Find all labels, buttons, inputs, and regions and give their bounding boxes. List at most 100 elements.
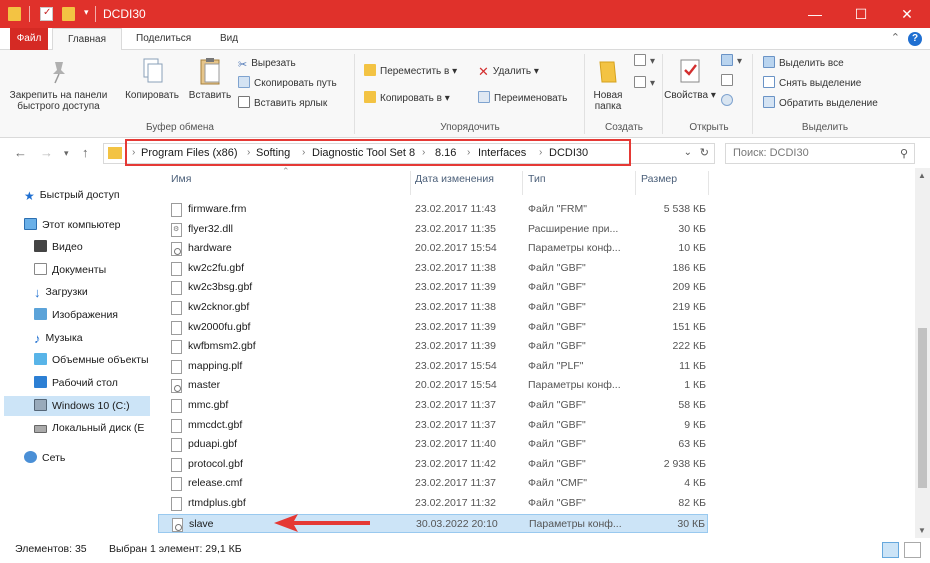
large-icons-view-icon[interactable]	[904, 542, 921, 558]
breadcrumb-item[interactable]: Program Files (x86)	[141, 147, 238, 159]
move-to-label: Переместить в	[380, 66, 450, 77]
paste-button[interactable]: Вставить	[184, 56, 236, 101]
column-divider[interactable]	[410, 171, 411, 195]
breadcrumb-item[interactable]: Softing	[256, 147, 290, 159]
table-row[interactable]: kwfbmsm2.gbf 23.02.2017 11:39 Файл "GBF" 22…	[158, 337, 708, 357]
new-folder-button[interactable]: Новая папка	[588, 56, 628, 112]
sidebar-item-3d-objects[interactable]: Объемные объекты	[34, 350, 149, 370]
column-header-date[interactable]: Дата изменения	[415, 173, 494, 185]
column-divider[interactable]	[635, 171, 636, 195]
table-row[interactable]: protocol.gbf 23.02.2017 11:42 Файл "GBF" 2 …	[158, 455, 708, 475]
scroll-up-arrow-icon[interactable]: ▲	[918, 171, 926, 180]
sidebar-item-video[interactable]: Видео	[34, 237, 83, 257]
table-row[interactable]: firmware.frm 23.02.2017 11:43 Файл "FRM" 5 …	[158, 200, 708, 220]
breadcrumb-item[interactable]: Interfaces	[478, 147, 526, 159]
breadcrumb-item[interactable]: DCDI30	[549, 147, 588, 159]
quick-access-dropdown-icon[interactable]: ▾	[84, 7, 89, 18]
paste-shortcut-button[interactable]: Вставить ярлык	[238, 96, 327, 112]
table-row[interactable]: mmc.gbf 23.02.2017 11:37 Файл "GBF" 58 КБ	[158, 396, 708, 416]
easy-access-button[interactable]: ▾	[634, 76, 655, 92]
sidebar-item-downloads[interactable]: ↓ Загрузки	[34, 282, 88, 302]
table-row[interactable]: mapping.plf 23.02.2017 15:54 Файл "PLF" 11 …	[158, 357, 708, 377]
table-row[interactable]: rtmdplus.gbf 23.02.2017 11:32 Файл "GBF" 82…	[158, 494, 708, 514]
sidebar-item-label: Музыка	[45, 332, 83, 344]
breadcrumb[interactable]: › Program Files (x86) › Softing › Diagno…	[103, 143, 715, 164]
address-dropdown-icon[interactable]: ⌄	[684, 147, 692, 158]
new-folder-quick-icon[interactable]	[62, 7, 75, 21]
rename-button[interactable]: Переименовать	[478, 91, 567, 107]
breadcrumb-item[interactable]: 8.16	[435, 147, 456, 159]
file-icon	[171, 203, 182, 217]
new-item-button[interactable]: ▾	[634, 54, 655, 70]
copy-button[interactable]: Копировать	[120, 56, 184, 101]
scroll-down-arrow-icon[interactable]: ▼	[918, 526, 926, 535]
tab-file[interactable]: Файл	[10, 28, 48, 50]
column-header-size[interactable]: Размер	[641, 173, 677, 185]
sidebar-item-desktop[interactable]: Рабочий стол	[34, 373, 118, 393]
paste-shortcut-icon	[238, 96, 250, 108]
table-row[interactable]: mmcdct.gbf 23.02.2017 11:37 Файл "GBF" 9 КБ	[158, 416, 708, 436]
column-divider[interactable]	[708, 171, 709, 195]
help-icon[interactable]: ?	[908, 32, 922, 46]
sidebar-item-network[interactable]: Сеть	[24, 448, 65, 468]
column-header-type[interactable]: Тип	[528, 173, 546, 185]
move-to-button[interactable]: Переместить в ▾	[364, 64, 457, 80]
sidebar-item-this-pc[interactable]: Этот компьютер	[24, 215, 121, 235]
copy-path-button[interactable]: Скопировать путь	[238, 76, 337, 92]
table-row[interactable]: master 20.02.2017 15:54 Параметры конф... 1…	[158, 376, 708, 396]
select-all-button[interactable]: Выделить все	[763, 56, 844, 72]
recent-dropdown-icon[interactable]: ▾	[64, 148, 69, 159]
table-row[interactable]: kw2000fu.gbf 23.02.2017 11:39 Файл "GBF" 15…	[158, 318, 708, 338]
sidebar-item-documents[interactable]: Документы	[34, 260, 106, 280]
tab-share[interactable]: Поделиться	[126, 28, 201, 50]
properties-quick-icon[interactable]	[40, 7, 53, 21]
back-arrow-icon[interactable]: ←	[14, 145, 27, 160]
paste-icon	[196, 56, 224, 86]
close-button[interactable]: ✕	[884, 0, 930, 28]
refresh-icon[interactable]: ↻	[700, 146, 709, 159]
details-view-icon[interactable]	[882, 542, 899, 558]
file-date: 23.02.2017 11:39	[415, 340, 496, 353]
table-row[interactable]: hardware 20.02.2017 15:54 Параметры конф..…	[158, 239, 708, 259]
table-row[interactable]: kw2cknor.gbf 23.02.2017 11:38 Файл "GBF" 21…	[158, 298, 708, 318]
sidebar-item-pictures[interactable]: Изображения	[34, 305, 118, 325]
cut-button[interactable]: ✂ Вырезать	[238, 56, 296, 72]
tab-home[interactable]: Главная	[52, 28, 122, 51]
table-row[interactable]: kw2c3bsg.gbf 23.02.2017 11:39 Файл "GBF" 20…	[158, 278, 708, 298]
history-button[interactable]	[721, 94, 737, 110]
sidebar-item-label: Windows 10 (C:)	[52, 400, 130, 412]
sidebar-item-music[interactable]: ♪ Музыка	[34, 328, 83, 348]
properties-button[interactable]: Свойства ▾	[664, 56, 716, 101]
search-input[interactable]: Поиск: DCDI30 ⚲	[725, 143, 915, 164]
computer-icon	[24, 218, 37, 230]
sidebar-item-quick-access[interactable]: ★ Быстрый доступ	[24, 185, 120, 205]
delete-button[interactable]: ✕ Удалить ▾	[478, 64, 539, 80]
scrollbar-thumb[interactable]	[918, 328, 927, 488]
folder-icon	[108, 147, 122, 159]
open-button[interactable]: ▾	[721, 54, 742, 70]
chevron-up-icon[interactable]: ⌃	[891, 31, 900, 44]
column-header-name[interactable]: Имя	[171, 173, 191, 185]
invert-selection-button[interactable]: Обратить выделение	[763, 96, 878, 112]
copy-to-button[interactable]: Копировать в ▾	[364, 91, 450, 107]
minimize-button[interactable]: —	[792, 0, 838, 28]
edit-button[interactable]	[721, 74, 737, 90]
forward-arrow-icon[interactable]: →	[40, 145, 53, 160]
tab-view[interactable]: Вид	[210, 28, 248, 50]
file-icon	[171, 399, 182, 413]
up-arrow-icon[interactable]: ↑	[82, 145, 89, 160]
breadcrumb-item[interactable]: Diagnostic Tool Set 8	[312, 147, 415, 159]
maximize-button[interactable]: ☐	[838, 0, 884, 28]
table-row[interactable]: slave 30.03.2022 20:10 Параметры конф... 30…	[158, 513, 708, 534]
sidebar-item-drive-e[interactable]: Локальный диск (E	[34, 418, 144, 438]
sidebar-item-drive-c[interactable]: Windows 10 (C:)	[4, 396, 150, 416]
pin-quick-access-button[interactable]: Закрепить на панели быстрого доступа	[6, 56, 111, 112]
table-row[interactable]: pduapi.gbf 23.02.2017 11:40 Файл "GBF" 63 К…	[158, 435, 708, 455]
table-row[interactable]: kw2c2fu.gbf 23.02.2017 11:38 Файл "GBF" 186…	[158, 259, 708, 279]
column-divider[interactable]	[522, 171, 523, 195]
file-size: 219 КБ	[672, 301, 706, 313]
table-row[interactable]: flyer32.dll 23.02.2017 11:35 Расширение пр…	[158, 220, 708, 240]
vertical-scrollbar[interactable]: ▲ ▼	[915, 168, 930, 538]
select-none-button[interactable]: Снять выделение	[763, 76, 861, 92]
table-row[interactable]: release.cmf 23.02.2017 11:37 Файл "CMF" 4 К…	[158, 474, 708, 494]
